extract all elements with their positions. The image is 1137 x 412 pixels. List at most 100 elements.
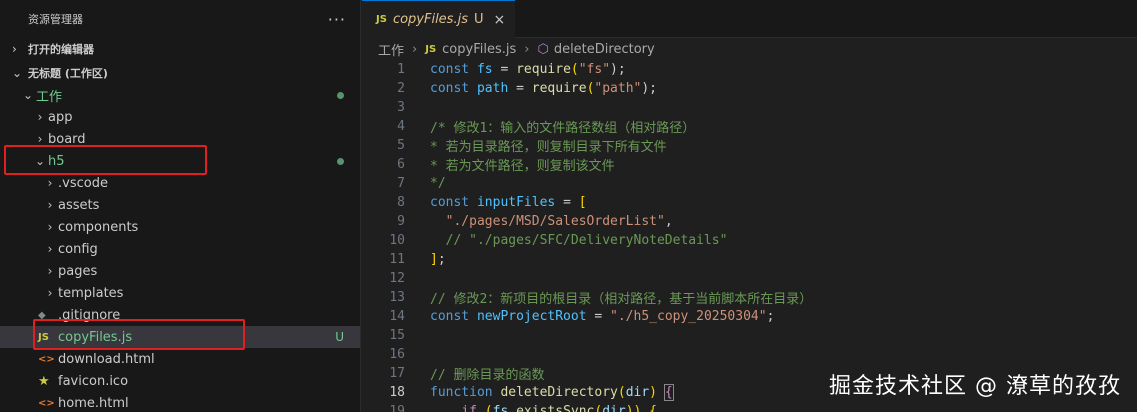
javascript-file-icon: JS: [376, 14, 387, 25]
tree-label: 工作: [36, 89, 63, 105]
chevron-right-icon: ›: [37, 110, 43, 124]
code-line: 15: [362, 326, 1137, 345]
chevron-right-icon: ›: [47, 242, 53, 256]
code-token: existsSync: [516, 404, 595, 412]
line-number: 4: [397, 119, 405, 134]
chevron-right-icon: ›: [12, 42, 17, 56]
code-token: const: [430, 62, 470, 77]
code-token: ,: [664, 214, 673, 229]
tree-label: templates: [58, 285, 124, 301]
h5-highlight-box: [4, 145, 207, 175]
tab-untracked-marker: U: [473, 12, 484, 27]
line-number: 10: [389, 233, 405, 248]
breadcrumb-symbol[interactable]: deleteDirectory: [554, 42, 655, 57]
tree-folder-root[interactable]: ⌄ 工作: [0, 84, 360, 106]
code-token: ;: [437, 252, 446, 267]
open-editors-section[interactable]: › 打开的编辑器: [0, 38, 360, 60]
line-number: 18: [389, 385, 405, 400]
tree-label: home.html: [58, 395, 129, 411]
code-comment: // 修改2：新项目的根目录（相对路径，基于当前脚本所在目录）: [430, 292, 813, 307]
breadcrumb-root[interactable]: 工作: [378, 40, 404, 59]
code-line: 8 const inputFiles = [: [362, 193, 1137, 212]
code-token: fs: [492, 404, 509, 412]
star-icon: ★: [38, 373, 50, 389]
close-icon[interactable]: ×: [494, 12, 506, 28]
code-token: "fs": [578, 62, 611, 77]
breadcrumb-file[interactable]: copyFiles.js: [442, 42, 516, 57]
code-line: 19 if (fs.existsSync(dir)) {: [362, 402, 1137, 412]
code-token: [: [578, 195, 587, 210]
modified-dot-icon: [337, 158, 344, 165]
code-token: deleteDirectory: [500, 385, 618, 400]
tree-label: .vscode: [58, 175, 108, 191]
code-token: require: [516, 62, 571, 77]
watermark: 掘金技术社区 @ 潦草的孜孜: [829, 374, 1121, 399]
tree-folder-pages[interactable]: › pages: [0, 260, 360, 282]
workspace-section[interactable]: ⌄ 无标题 (工作区): [0, 62, 360, 84]
tree-label: download.html: [58, 351, 155, 367]
code-token: =: [492, 62, 517, 77]
code-token: ): [649, 385, 665, 400]
line-number: 3: [397, 100, 405, 115]
tree-file-home-html[interactable]: <> home.html: [0, 392, 360, 412]
code-line: 4 /* 修改1：输入的文件路径数组（相对路径）: [362, 117, 1137, 136]
code-line: 5 * 若为目录路径，则复制目录下所有文件: [362, 136, 1137, 155]
method-cube-icon: ⬡: [537, 41, 549, 57]
code-token: );: [610, 62, 626, 77]
code-token: "path": [594, 81, 642, 96]
explorer-title: 资源管理器: [28, 13, 83, 26]
tree-folder-app[interactable]: › app: [0, 106, 360, 128]
copyfiles-highlight-box: [33, 319, 245, 350]
code-comment: */: [430, 176, 446, 191]
code-token: if: [461, 404, 477, 412]
tree-file-favicon[interactable]: ★ favicon.ico: [0, 370, 360, 392]
code-line: 1 const fs = require("fs");: [362, 60, 1137, 79]
tab-label: copyFiles.js: [392, 12, 468, 27]
code-token: const: [430, 195, 470, 210]
line-number: 19: [389, 404, 405, 412]
workspace-label: 无标题 (工作区): [28, 67, 108, 80]
more-actions-icon[interactable]: ···: [328, 10, 346, 29]
code-line: 2 const path = require("path");: [362, 79, 1137, 98]
line-number: 17: [389, 366, 405, 381]
code-editor[interactable]: 1 const fs = require ( "fs"); 2 const path =…: [362, 60, 1137, 412]
tree-folder-config[interactable]: › config: [0, 238, 360, 260]
code-token: =: [508, 81, 532, 96]
code-token: newProjectRoot: [476, 309, 587, 324]
tree-folder-components[interactable]: › components: [0, 216, 360, 238]
tab-copyfiles[interactable]: JS copyFiles.js U ×: [362, 0, 516, 38]
line-number: 1: [397, 62, 405, 77]
tab-bar: JS copyFiles.js U ×: [362, 0, 1137, 38]
code-token: ;: [766, 309, 775, 324]
tree-label: assets: [58, 197, 100, 213]
chevron-down-icon: ⌄: [22, 88, 34, 102]
code-line: 16: [362, 345, 1137, 364]
code-token: (: [476, 404, 493, 412]
chevron-right-icon: ›: [412, 41, 418, 57]
code-token: ]: [430, 252, 438, 267]
code-line: 13 // 修改2：新项目的根目录（相对路径，基于当前脚本所在目录）: [362, 288, 1137, 307]
code-line: 9 "./pages/MSD/SalesOrderList",: [362, 212, 1137, 231]
tree-folder-vscode[interactable]: › .vscode: [0, 172, 360, 194]
tree-label: components: [58, 219, 139, 235]
code-line: 6 * 若为文件路径，则复制该文件: [362, 155, 1137, 174]
code-token: )) {: [625, 404, 658, 412]
editor-area: JS copyFiles.js U × 工作 › JS copyFiles.js…: [362, 0, 1137, 412]
line-number: 2: [397, 81, 405, 96]
code-token: .: [508, 404, 517, 412]
code-token: =: [555, 195, 579, 210]
tree-label: pages: [58, 263, 98, 279]
line-number: 5: [397, 138, 405, 153]
code-token: dir: [625, 385, 650, 400]
modified-dot-icon: [337, 92, 344, 99]
line-number: 14: [389, 309, 405, 324]
tree-folder-templates[interactable]: › templates: [0, 282, 360, 304]
code-token: dir: [602, 404, 626, 412]
breadcrumb: 工作 › JS copyFiles.js › ⬡ deleteDirectory: [362, 38, 1137, 60]
chevron-right-icon: ›: [47, 286, 53, 300]
tree-file-download-html[interactable]: <> download.html: [0, 348, 360, 370]
tree-folder-assets[interactable]: › assets: [0, 194, 360, 216]
line-number: 12: [389, 271, 405, 286]
code-token: inputFiles: [476, 195, 556, 210]
line-number: 7: [397, 176, 405, 191]
